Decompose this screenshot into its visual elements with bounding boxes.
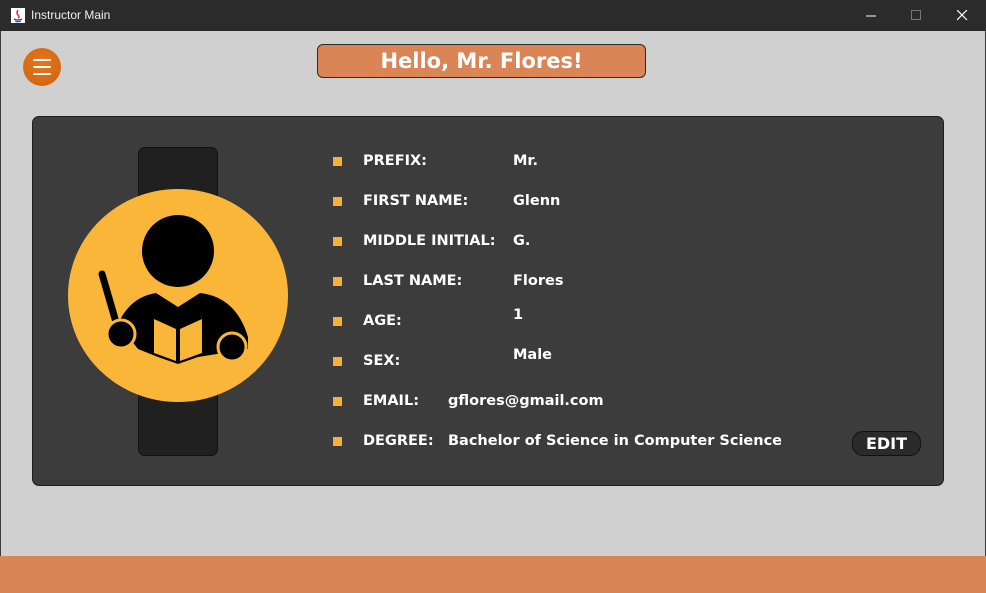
age-value: 1 bbox=[513, 307, 524, 323]
degree-value: Bachelor of Science in Computer Science bbox=[448, 433, 782, 449]
footer-bar bbox=[0, 556, 986, 593]
bullet-icon bbox=[333, 397, 342, 406]
title-bar: Instructor Main bbox=[0, 0, 986, 31]
prefix-label: PREFIX: bbox=[363, 153, 427, 169]
greeting-banner: Hello, Mr. Flores! bbox=[317, 44, 646, 78]
email-label: EMAIL: bbox=[363, 393, 419, 409]
java-icon bbox=[11, 8, 25, 23]
edit-button[interactable]: EDIT bbox=[852, 431, 921, 456]
last-name-label: LAST NAME: bbox=[363, 273, 463, 289]
profile-card: PREFIX: Mr. FIRST NAME: Glenn MIDDLE INI… bbox=[32, 116, 944, 486]
age-label: AGE: bbox=[363, 313, 402, 329]
maximize-button[interactable] bbox=[894, 0, 940, 31]
instructor-avatar-icon bbox=[68, 189, 288, 402]
bullet-icon bbox=[333, 197, 342, 206]
hamburger-menu-button[interactable] bbox=[23, 48, 61, 86]
bullet-icon bbox=[333, 237, 342, 246]
close-button[interactable] bbox=[940, 0, 986, 31]
first-name-label: FIRST NAME: bbox=[363, 193, 469, 209]
degree-label: DEGREE: bbox=[363, 433, 434, 449]
maximize-icon bbox=[911, 10, 921, 20]
last-name-value: Flores bbox=[513, 273, 564, 289]
sex-value: Male bbox=[513, 347, 553, 363]
bullet-icon bbox=[333, 357, 342, 366]
bullet-icon bbox=[333, 157, 342, 166]
close-icon bbox=[957, 10, 968, 21]
sex-label: SEX: bbox=[363, 353, 401, 369]
middle-initial-label: MIDDLE INITIAL: bbox=[363, 233, 496, 249]
window-frame-left bbox=[0, 31, 1, 593]
first-name-value: Glenn bbox=[513, 193, 561, 209]
email-value: gflores@gmail.com bbox=[448, 393, 604, 409]
prefix-value: Mr. bbox=[513, 153, 539, 169]
bullet-icon bbox=[333, 317, 342, 326]
bullet-icon bbox=[333, 277, 342, 286]
minimize-icon bbox=[866, 15, 876, 17]
window-title: Instructor Main bbox=[31, 8, 111, 22]
minimize-button[interactable] bbox=[849, 0, 895, 31]
bullet-icon bbox=[333, 437, 342, 446]
middle-initial-value: G. bbox=[513, 233, 531, 249]
